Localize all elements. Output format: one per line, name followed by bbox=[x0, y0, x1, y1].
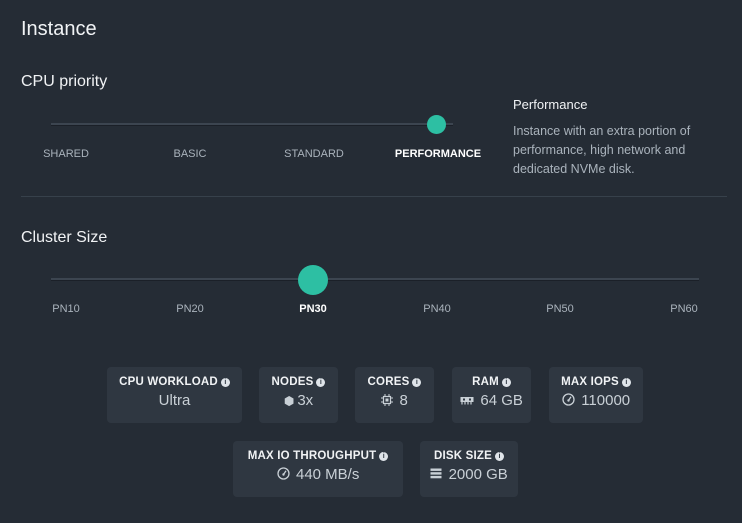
stat-card-cpu-workload: CPU WORKLOAD i Ultra bbox=[107, 367, 242, 423]
stat-card-nodes: NODES i ⬢ 3x bbox=[259, 367, 338, 423]
stat-value: 440 MB/s bbox=[295, 466, 360, 483]
stat-value: Ultra bbox=[158, 392, 191, 409]
disk-stack-icon bbox=[430, 468, 445, 482]
cluster-size-slider-handle[interactable] bbox=[298, 265, 328, 295]
stat-card-ram: RAM i 64 GB bbox=[452, 367, 531, 423]
stat-value: 2000 GB bbox=[448, 466, 508, 483]
section-divider bbox=[21, 196, 727, 197]
stat-card-cores: CORES i 8 bbox=[355, 367, 434, 423]
info-icon[interactable]: i bbox=[220, 378, 230, 387]
cpu-option-performance[interactable]: PERFORMANCE bbox=[395, 148, 481, 160]
cpu-priority-slider-track[interactable] bbox=[51, 123, 453, 126]
cluster-option-pn50[interactable]: PN50 bbox=[546, 303, 574, 315]
info-icon[interactable]: i bbox=[316, 378, 326, 387]
stat-label: RAM bbox=[472, 376, 499, 388]
stat-label: DISK SIZE bbox=[433, 450, 493, 462]
cluster-option-pn60[interactable]: PN60 bbox=[670, 303, 698, 315]
cpu-description-text: Instance with an extra portion of perfor… bbox=[513, 124, 691, 176]
hexagon-icon: ⬢ bbox=[283, 394, 295, 408]
cluster-size-slider-track[interactable] bbox=[51, 278, 699, 281]
stat-label: MAX IO THROUGHPUT bbox=[247, 450, 377, 462]
cpu-option-standard[interactable]: STANDARD bbox=[284, 148, 344, 160]
stat-card-max-io-throughput: MAX IO THROUGHPUT i 440 MB/s bbox=[233, 441, 403, 497]
cpu-chip-icon bbox=[381, 394, 396, 408]
stat-value: 64 GB bbox=[480, 392, 523, 409]
stat-label: MAX IOPS bbox=[561, 376, 619, 388]
stat-label: CORES bbox=[367, 376, 410, 388]
stat-label: NODES bbox=[271, 376, 314, 388]
info-icon[interactable]: i bbox=[495, 452, 505, 461]
gauge-icon bbox=[562, 393, 578, 408]
info-icon[interactable]: i bbox=[412, 378, 422, 387]
cluster-option-pn10[interactable]: PN10 bbox=[52, 303, 80, 315]
page-title: Instance bbox=[21, 18, 97, 40]
stat-value: 8 bbox=[399, 392, 408, 409]
cpu-description-title: Performance bbox=[513, 97, 588, 112]
stat-card-disk-size: DISK SIZE i 2000 GB bbox=[420, 441, 518, 497]
cluster-size-heading: Cluster Size bbox=[21, 229, 108, 246]
cpu-option-shared[interactable]: SHARED bbox=[43, 148, 89, 160]
cluster-option-pn40[interactable]: PN40 bbox=[423, 303, 451, 315]
cpu-priority-heading: CPU priority bbox=[21, 73, 108, 90]
cluster-option-pn20[interactable]: PN20 bbox=[176, 303, 204, 315]
stat-label: CPU WORKLOAD bbox=[119, 376, 218, 388]
cluster-option-pn30[interactable]: PN30 bbox=[299, 303, 327, 315]
info-icon[interactable]: i bbox=[501, 378, 511, 387]
gauge-icon bbox=[276, 467, 293, 482]
memory-icon bbox=[460, 394, 477, 408]
info-icon[interactable]: i bbox=[621, 378, 631, 387]
stat-value: 110000 bbox=[581, 392, 631, 409]
stat-card-max-iops: MAX IOPS i 110000 bbox=[549, 367, 643, 423]
cpu-priority-slider-handle[interactable] bbox=[427, 115, 446, 134]
cpu-option-basic[interactable]: BASIC bbox=[173, 148, 206, 160]
info-icon[interactable]: i bbox=[379, 452, 389, 461]
stat-value: 3x bbox=[297, 392, 314, 409]
